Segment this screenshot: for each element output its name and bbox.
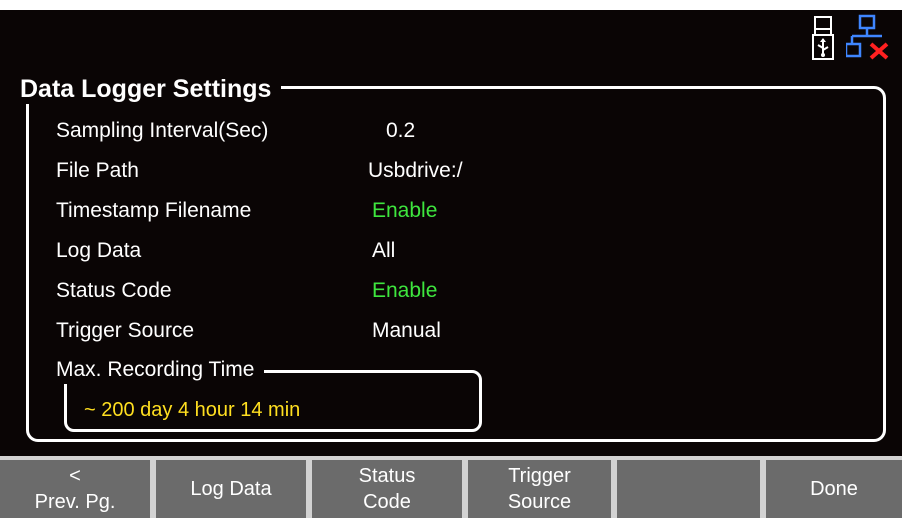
setting-label: File Path [56, 159, 139, 182]
setting-row-trigger-source[interactable]: Trigger Source Manual [56, 316, 756, 346]
status-code-label-line1: Status [358, 465, 416, 487]
setting-label: Sampling Interval(Sec) [56, 119, 269, 142]
network-disconnected-icon [846, 14, 889, 60]
status-code-label-line2: Code [363, 491, 411, 513]
trigger-source-label-line2: Source [507, 491, 572, 513]
setting-row-log-data[interactable]: Log Data All [56, 236, 756, 266]
setting-row-file-path[interactable]: File Path Usbdrive:/ [56, 156, 756, 186]
trigger-source-button[interactable]: Trigger Source [468, 460, 611, 518]
status-bar [802, 14, 902, 64]
panel-title: Data Logger Settings [14, 74, 282, 104]
done-button[interactable]: Done [766, 460, 902, 518]
softkey-bar: < Prev. Pg. Log Data Status Code Trigger… [0, 456, 902, 518]
setting-label: Status Code [56, 279, 172, 302]
max-recording-time-value: ~ 200 day 4 hour 14 min [84, 399, 301, 421]
setting-row-sampling-interval[interactable]: Sampling Interval(Sec) 0.2 [56, 116, 756, 146]
trigger-source-label-line1: Trigger [508, 465, 571, 487]
setting-value: 0.2 [386, 119, 416, 142]
done-label: Done [810, 478, 858, 500]
max-recording-time-title: Max. Recording Time [50, 356, 265, 384]
setting-label: Timestamp Filename [56, 199, 252, 222]
setting-row-status-code[interactable]: Status Code Enable [56, 276, 756, 306]
prev-page-label: Prev. Pg. [34, 491, 116, 513]
setting-row-timestamp-filename[interactable]: Timestamp Filename Enable [56, 196, 756, 226]
chevron-left-icon: < [69, 465, 81, 487]
blank-softkey[interactable] [617, 460, 760, 518]
usb-icon [812, 16, 834, 60]
data-logger-screen: Data Logger Settings Sampling Interval(S… [0, 0, 902, 518]
setting-value: All [372, 239, 396, 262]
setting-label: Log Data [56, 239, 142, 262]
status-code-button[interactable]: Status Code [312, 460, 462, 518]
log-data-label: Log Data [190, 478, 272, 500]
setting-value: Usbdrive:/ [368, 159, 463, 182]
setting-value: Enable [372, 279, 438, 302]
setting-value: Manual [372, 319, 441, 342]
log-data-button[interactable]: Log Data [156, 460, 306, 518]
setting-label: Trigger Source [56, 319, 195, 342]
setting-value: Enable [372, 199, 438, 222]
prev-page-button[interactable]: < Prev. Pg. [0, 460, 150, 518]
